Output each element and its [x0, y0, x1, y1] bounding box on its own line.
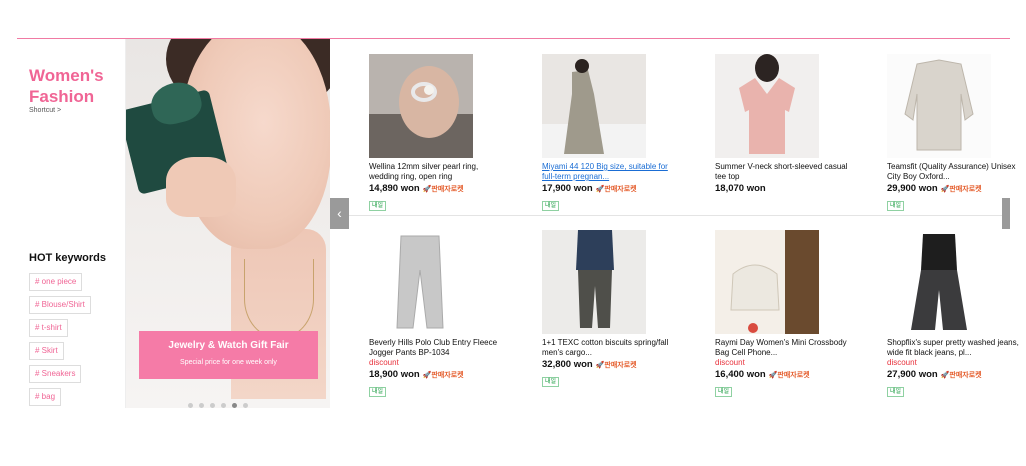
tomorrow-delivery-badge: 내일 — [715, 387, 733, 397]
product-name[interactable]: Summer V-neck short-sleeved casual tee t… — [715, 162, 850, 182]
banner-subline: Special price for one week only — [180, 359, 277, 366]
rocket-delivery-badge: 🚀판매자로켓 — [768, 371, 810, 379]
banner-headline: Jewelry & Watch Gift Fair — [168, 340, 289, 351]
promo-banner[interactable]: Jewelry & Watch Gift Fair Special price … — [125, 39, 330, 408]
category-column: Women's Fashion Shortcut > HOT keywords … — [17, 39, 125, 408]
product-name[interactable]: Wellina 12mm silver pearl ring, wedding … — [369, 162, 504, 182]
product-price: 18,070 won — [715, 183, 766, 194]
product-image-cargo-pants[interactable] — [542, 230, 646, 334]
keyword-bag[interactable]: # bag — [29, 388, 62, 406]
tomorrow-delivery-badge: 내일 — [887, 201, 905, 211]
banner-dot-5[interactable] — [232, 403, 237, 408]
rocket-delivery-badge: 🚀판매자로켓 — [940, 185, 982, 193]
product-price: 32,800 won — [542, 359, 593, 370]
banner-necklace — [244, 259, 314, 339]
keyword-skirt[interactable]: # Skirt — [29, 342, 64, 360]
keyword-blouse-shirt[interactable]: # Blouse/Shirt — [29, 296, 91, 314]
product-image-wide-jeans[interactable] — [887, 230, 991, 334]
product-card-jogger-pants[interactable]: Beverly Hills Polo Club Entry Fleece Jog… — [369, 230, 504, 398]
rocket-delivery-badge: 🚀판매자로켓 — [940, 371, 982, 379]
product-name[interactable]: 1+1 TEXC cotton biscuits spring/fall men… — [542, 338, 677, 358]
product-name[interactable]: Miyami 44 120 Big size, suitable for ful… — [542, 162, 677, 182]
tomorrow-delivery-badge: 내일 — [887, 387, 905, 397]
product-card-cargo-pants[interactable]: 1+1 TEXC cotton biscuits spring/fall men… — [542, 230, 677, 388]
rocket-delivery-badge: 🚀판매자로켓 — [595, 361, 637, 369]
product-price: 17,900 won — [542, 183, 593, 194]
hot-keywords-list: # one piece # Blouse/Shirt # t-shirt # S… — [29, 273, 91, 411]
banner-pagination — [188, 403, 248, 408]
banner-dot-3[interactable] — [210, 403, 215, 408]
product-image-jogger-pants[interactable] — [369, 230, 473, 334]
product-card-crossbody-bag[interactable]: Raymi Day Women's Mini Crossbody Bag Cel… — [715, 230, 850, 398]
product-price: 18,900 won — [369, 369, 420, 380]
discount-label: discount — [715, 358, 745, 367]
category-title[interactable]: Women's Fashion — [29, 65, 125, 107]
banner-dot-4[interactable] — [221, 403, 226, 408]
carousel-prev-button[interactable]: ‹ — [330, 198, 349, 229]
discount-label: discount — [887, 358, 917, 367]
keyword-sneakers[interactable]: # Sneakers — [29, 365, 82, 383]
category-shortcut-link[interactable]: Shortcut > — [29, 107, 61, 114]
product-image-pearl-ring[interactable] — [369, 54, 473, 158]
product-name[interactable]: Shopflix's super pretty washed jeans, wi… — [887, 338, 1022, 358]
product-name[interactable]: Beverly Hills Polo Club Entry Fleece Jog… — [369, 338, 504, 358]
keyword-t-shirt[interactable]: # t-shirt — [29, 319, 68, 337]
tomorrow-delivery-badge: 내일 — [369, 201, 387, 211]
product-image-oxford-shirt[interactable] — [887, 54, 991, 158]
product-card-oxford-shirt[interactable]: Teamsfit (Quality Assurance) Unisex City… — [887, 54, 1022, 212]
product-image-maternity-dress[interactable] — [542, 54, 646, 158]
product-name[interactable]: Teamsfit (Quality Assurance) Unisex City… — [887, 162, 1022, 182]
tomorrow-delivery-badge: 내일 — [542, 377, 560, 387]
product-image-vneck-tee[interactable] — [715, 54, 819, 158]
banner-dot-1[interactable] — [188, 403, 193, 408]
product-card-vneck-tee[interactable]: Summer V-neck short-sleeved casual tee t… — [715, 54, 850, 194]
product-image-crossbody-bag[interactable] — [715, 230, 819, 334]
hot-keywords-title: HOT keywords — [29, 252, 107, 264]
product-price: 29,900 won — [887, 183, 938, 194]
banner-dot-2[interactable] — [199, 403, 204, 408]
discount-label: discount — [369, 358, 399, 367]
product-price: 14,890 won — [369, 183, 420, 194]
tomorrow-delivery-badge: 내일 — [542, 201, 560, 211]
rocket-delivery-badge: 🚀판매자로켓 — [422, 371, 464, 379]
product-card-maternity-dress[interactable]: Miyami 44 120 Big size, suitable for ful… — [542, 54, 677, 212]
product-row-divider — [349, 215, 1002, 216]
rocket-delivery-badge: 🚀판매자로켓 — [422, 185, 464, 193]
product-price: 27,900 won — [887, 369, 938, 380]
tomorrow-delivery-badge: 내일 — [369, 387, 387, 397]
banner-dot-6[interactable] — [243, 403, 248, 408]
product-card-wide-jeans[interactable]: Shopflix's super pretty washed jeans, wi… — [887, 230, 1022, 398]
banner-model-hand — [166, 157, 236, 217]
banner-caption-box[interactable]: Jewelry & Watch Gift Fair Special price … — [139, 331, 318, 379]
product-card-pearl-ring[interactable]: Wellina 12mm silver pearl ring, wedding … — [369, 54, 504, 212]
product-name[interactable]: Raymi Day Women's Mini Crossbody Bag Cel… — [715, 338, 850, 358]
rocket-delivery-badge: 🚀판매자로켓 — [595, 185, 637, 193]
product-price: 16,400 won — [715, 369, 766, 380]
keyword-one-piece[interactable]: # one piece — [29, 273, 83, 291]
